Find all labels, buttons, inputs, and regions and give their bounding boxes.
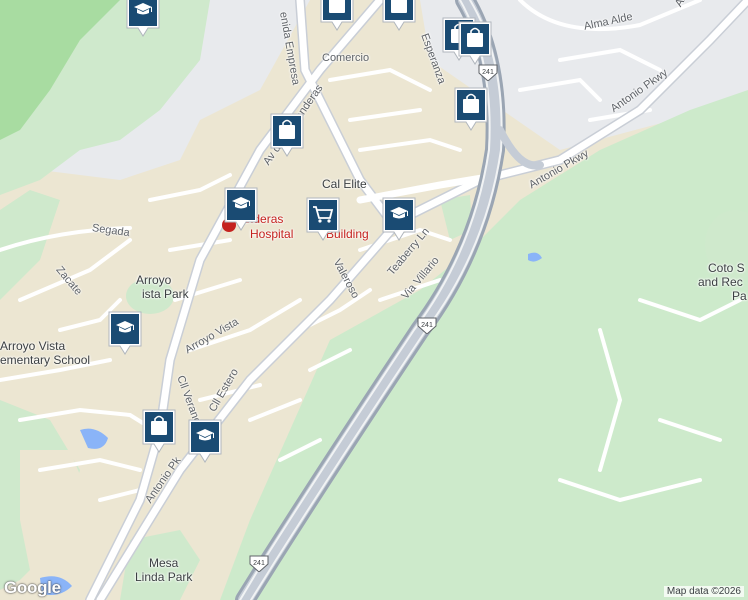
route-241-shield-south: 241 xyxy=(249,555,269,572)
shopping-pin[interactable] xyxy=(380,0,418,32)
cart-icon xyxy=(306,197,340,241)
school-icon xyxy=(108,311,142,355)
place-label-coto-line3[interactable]: Pa xyxy=(732,290,747,303)
place-label-mesa-linda-line2[interactable]: Linda Park xyxy=(135,571,192,584)
shopping-pin[interactable] xyxy=(268,112,306,158)
place-label-arroyo-park-line1[interactable]: Arroyo xyxy=(136,274,171,287)
place-label-mesa-linda-line1[interactable]: Mesa xyxy=(149,557,178,570)
school-icon xyxy=(126,0,160,37)
school-pin[interactable] xyxy=(124,0,162,38)
shopping-pin[interactable] xyxy=(318,0,356,32)
school-icon xyxy=(224,187,258,231)
place-label-arroyo-school-line2[interactable]: ementary School xyxy=(0,354,90,367)
google-logo: Google xyxy=(4,578,61,597)
cart-pin[interactable] xyxy=(304,196,342,242)
shopping-icon xyxy=(320,0,354,31)
shopping-icon xyxy=(454,87,488,131)
route-241-shield-south-label: 241 xyxy=(253,560,265,567)
school-icon xyxy=(382,197,416,241)
street-label-comercio: Comercio xyxy=(322,52,370,64)
school-icon xyxy=(188,419,222,463)
place-label-arroyo-park-line2[interactable]: ista Park xyxy=(142,288,189,301)
route-241-shield-middle-label: 241 xyxy=(421,322,433,329)
shopping-pin[interactable] xyxy=(140,408,178,454)
route-241-shield-north-label: 241 xyxy=(482,69,494,76)
shopping-icon xyxy=(382,0,416,31)
shopping-icon xyxy=(458,21,492,65)
shopping-pin[interactable] xyxy=(456,20,494,66)
place-label-coto-line2[interactable]: and Rec xyxy=(698,276,743,289)
map-attribution[interactable]: Map data ©2026 xyxy=(663,586,744,597)
school-pin[interactable] xyxy=(222,186,260,232)
school-pin[interactable] xyxy=(186,418,224,464)
place-label-coto-line1[interactable]: Coto S xyxy=(708,262,745,275)
shopping-icon xyxy=(270,113,304,157)
shopping-pin[interactable] xyxy=(452,86,490,132)
place-label-arroyo-school-line1[interactable]: Arroyo Vista xyxy=(0,340,65,353)
route-241-shield-north: 241 xyxy=(478,64,498,81)
school-pin[interactable] xyxy=(106,310,144,356)
route-241-shield-middle: 241 xyxy=(417,317,437,334)
school-pin[interactable] xyxy=(380,196,418,242)
street-label-cal-elite: Cal Elite xyxy=(322,177,367,191)
shopping-icon xyxy=(142,409,176,453)
